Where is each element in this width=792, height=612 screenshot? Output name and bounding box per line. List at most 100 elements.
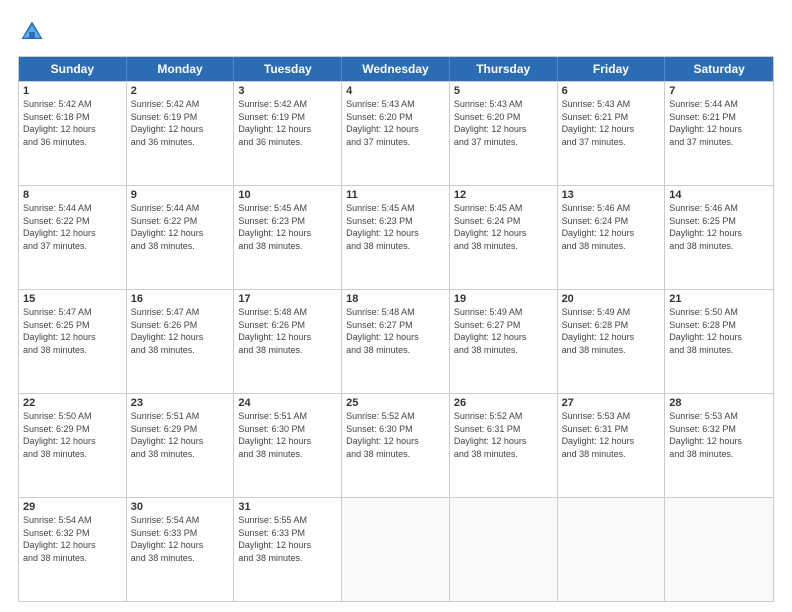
logo-icon bbox=[18, 18, 46, 46]
cal-cell: 9Sunrise: 5:44 AM Sunset: 6:22 PM Daylig… bbox=[127, 186, 235, 289]
day-info: Sunrise: 5:47 AM Sunset: 6:25 PM Dayligh… bbox=[23, 306, 122, 356]
day-info: Sunrise: 5:51 AM Sunset: 6:29 PM Dayligh… bbox=[131, 410, 230, 460]
day-info: Sunrise: 5:53 AM Sunset: 6:32 PM Dayligh… bbox=[669, 410, 769, 460]
day-info: Sunrise: 5:49 AM Sunset: 6:27 PM Dayligh… bbox=[454, 306, 553, 356]
day-info: Sunrise: 5:48 AM Sunset: 6:27 PM Dayligh… bbox=[346, 306, 445, 356]
header-cell-wednesday: Wednesday bbox=[342, 57, 450, 81]
day-number: 12 bbox=[454, 189, 553, 201]
cal-cell: 25Sunrise: 5:52 AM Sunset: 6:30 PM Dayli… bbox=[342, 394, 450, 497]
cal-cell: 3Sunrise: 5:42 AM Sunset: 6:19 PM Daylig… bbox=[234, 82, 342, 185]
cal-cell: 13Sunrise: 5:46 AM Sunset: 6:24 PM Dayli… bbox=[558, 186, 666, 289]
day-number: 15 bbox=[23, 293, 122, 305]
day-info: Sunrise: 5:42 AM Sunset: 6:19 PM Dayligh… bbox=[238, 98, 337, 148]
day-number: 3 bbox=[238, 85, 337, 97]
day-number: 1 bbox=[23, 85, 122, 97]
day-number: 25 bbox=[346, 397, 445, 409]
week-row-2: 8Sunrise: 5:44 AM Sunset: 6:22 PM Daylig… bbox=[19, 185, 773, 289]
cal-cell: 15Sunrise: 5:47 AM Sunset: 6:25 PM Dayli… bbox=[19, 290, 127, 393]
day-number: 19 bbox=[454, 293, 553, 305]
cal-cell: 8Sunrise: 5:44 AM Sunset: 6:22 PM Daylig… bbox=[19, 186, 127, 289]
week-row-3: 15Sunrise: 5:47 AM Sunset: 6:25 PM Dayli… bbox=[19, 289, 773, 393]
cal-cell: 2Sunrise: 5:42 AM Sunset: 6:19 PM Daylig… bbox=[127, 82, 235, 185]
day-number: 9 bbox=[131, 189, 230, 201]
header-cell-saturday: Saturday bbox=[665, 57, 773, 81]
cal-cell: 27Sunrise: 5:53 AM Sunset: 6:31 PM Dayli… bbox=[558, 394, 666, 497]
cal-cell: 11Sunrise: 5:45 AM Sunset: 6:23 PM Dayli… bbox=[342, 186, 450, 289]
header-cell-thursday: Thursday bbox=[450, 57, 558, 81]
day-number: 7 bbox=[669, 85, 769, 97]
cal-cell: 5Sunrise: 5:43 AM Sunset: 6:20 PM Daylig… bbox=[450, 82, 558, 185]
day-number: 5 bbox=[454, 85, 553, 97]
cal-cell: 17Sunrise: 5:48 AM Sunset: 6:26 PM Dayli… bbox=[234, 290, 342, 393]
day-info: Sunrise: 5:55 AM Sunset: 6:33 PM Dayligh… bbox=[238, 514, 337, 564]
day-info: Sunrise: 5:45 AM Sunset: 6:23 PM Dayligh… bbox=[346, 202, 445, 252]
header-cell-sunday: Sunday bbox=[19, 57, 127, 81]
day-info: Sunrise: 5:47 AM Sunset: 6:26 PM Dayligh… bbox=[131, 306, 230, 356]
cal-cell: 20Sunrise: 5:49 AM Sunset: 6:28 PM Dayli… bbox=[558, 290, 666, 393]
cal-cell bbox=[665, 498, 773, 601]
cal-cell: 26Sunrise: 5:52 AM Sunset: 6:31 PM Dayli… bbox=[450, 394, 558, 497]
day-number: 30 bbox=[131, 501, 230, 513]
cal-cell bbox=[450, 498, 558, 601]
day-info: Sunrise: 5:42 AM Sunset: 6:19 PM Dayligh… bbox=[131, 98, 230, 148]
logo bbox=[18, 18, 50, 46]
cal-cell bbox=[342, 498, 450, 601]
cal-cell: 29Sunrise: 5:54 AM Sunset: 6:32 PM Dayli… bbox=[19, 498, 127, 601]
cal-cell: 22Sunrise: 5:50 AM Sunset: 6:29 PM Dayli… bbox=[19, 394, 127, 497]
cal-cell: 23Sunrise: 5:51 AM Sunset: 6:29 PM Dayli… bbox=[127, 394, 235, 497]
day-number: 27 bbox=[562, 397, 661, 409]
day-number: 29 bbox=[23, 501, 122, 513]
day-info: Sunrise: 5:49 AM Sunset: 6:28 PM Dayligh… bbox=[562, 306, 661, 356]
day-number: 28 bbox=[669, 397, 769, 409]
day-number: 11 bbox=[346, 189, 445, 201]
day-number: 8 bbox=[23, 189, 122, 201]
day-info: Sunrise: 5:43 AM Sunset: 6:21 PM Dayligh… bbox=[562, 98, 661, 148]
day-info: Sunrise: 5:50 AM Sunset: 6:28 PM Dayligh… bbox=[669, 306, 769, 356]
cal-cell: 16Sunrise: 5:47 AM Sunset: 6:26 PM Dayli… bbox=[127, 290, 235, 393]
day-info: Sunrise: 5:54 AM Sunset: 6:32 PM Dayligh… bbox=[23, 514, 122, 564]
day-info: Sunrise: 5:44 AM Sunset: 6:22 PM Dayligh… bbox=[23, 202, 122, 252]
cal-cell: 21Sunrise: 5:50 AM Sunset: 6:28 PM Dayli… bbox=[665, 290, 773, 393]
header-cell-friday: Friday bbox=[558, 57, 666, 81]
day-info: Sunrise: 5:54 AM Sunset: 6:33 PM Dayligh… bbox=[131, 514, 230, 564]
day-info: Sunrise: 5:44 AM Sunset: 6:21 PM Dayligh… bbox=[669, 98, 769, 148]
cal-cell: 1Sunrise: 5:42 AM Sunset: 6:18 PM Daylig… bbox=[19, 82, 127, 185]
cal-cell: 7Sunrise: 5:44 AM Sunset: 6:21 PM Daylig… bbox=[665, 82, 773, 185]
day-info: Sunrise: 5:52 AM Sunset: 6:31 PM Dayligh… bbox=[454, 410, 553, 460]
day-number: 31 bbox=[238, 501, 337, 513]
day-info: Sunrise: 5:43 AM Sunset: 6:20 PM Dayligh… bbox=[346, 98, 445, 148]
cal-cell: 19Sunrise: 5:49 AM Sunset: 6:27 PM Dayli… bbox=[450, 290, 558, 393]
cal-cell: 6Sunrise: 5:43 AM Sunset: 6:21 PM Daylig… bbox=[558, 82, 666, 185]
day-number: 23 bbox=[131, 397, 230, 409]
day-info: Sunrise: 5:46 AM Sunset: 6:25 PM Dayligh… bbox=[669, 202, 769, 252]
cal-cell: 14Sunrise: 5:46 AM Sunset: 6:25 PM Dayli… bbox=[665, 186, 773, 289]
week-row-5: 29Sunrise: 5:54 AM Sunset: 6:32 PM Dayli… bbox=[19, 497, 773, 601]
cal-cell: 24Sunrise: 5:51 AM Sunset: 6:30 PM Dayli… bbox=[234, 394, 342, 497]
day-number: 21 bbox=[669, 293, 769, 305]
cal-cell: 18Sunrise: 5:48 AM Sunset: 6:27 PM Dayli… bbox=[342, 290, 450, 393]
day-info: Sunrise: 5:52 AM Sunset: 6:30 PM Dayligh… bbox=[346, 410, 445, 460]
header bbox=[18, 18, 774, 46]
day-number: 26 bbox=[454, 397, 553, 409]
cal-cell: 28Sunrise: 5:53 AM Sunset: 6:32 PM Dayli… bbox=[665, 394, 773, 497]
day-number: 24 bbox=[238, 397, 337, 409]
day-number: 18 bbox=[346, 293, 445, 305]
week-row-4: 22Sunrise: 5:50 AM Sunset: 6:29 PM Dayli… bbox=[19, 393, 773, 497]
cal-cell bbox=[558, 498, 666, 601]
day-number: 6 bbox=[562, 85, 661, 97]
day-number: 2 bbox=[131, 85, 230, 97]
day-info: Sunrise: 5:53 AM Sunset: 6:31 PM Dayligh… bbox=[562, 410, 661, 460]
day-info: Sunrise: 5:50 AM Sunset: 6:29 PM Dayligh… bbox=[23, 410, 122, 460]
day-info: Sunrise: 5:44 AM Sunset: 6:22 PM Dayligh… bbox=[131, 202, 230, 252]
day-number: 10 bbox=[238, 189, 337, 201]
calendar-header: SundayMondayTuesdayWednesdayThursdayFrid… bbox=[19, 57, 773, 81]
day-number: 17 bbox=[238, 293, 337, 305]
calendar-body: 1Sunrise: 5:42 AM Sunset: 6:18 PM Daylig… bbox=[19, 81, 773, 601]
week-row-1: 1Sunrise: 5:42 AM Sunset: 6:18 PM Daylig… bbox=[19, 81, 773, 185]
day-number: 16 bbox=[131, 293, 230, 305]
page: SundayMondayTuesdayWednesdayThursdayFrid… bbox=[0, 0, 792, 612]
day-number: 20 bbox=[562, 293, 661, 305]
cal-cell: 31Sunrise: 5:55 AM Sunset: 6:33 PM Dayli… bbox=[234, 498, 342, 601]
cal-cell: 10Sunrise: 5:45 AM Sunset: 6:23 PM Dayli… bbox=[234, 186, 342, 289]
day-info: Sunrise: 5:48 AM Sunset: 6:26 PM Dayligh… bbox=[238, 306, 337, 356]
